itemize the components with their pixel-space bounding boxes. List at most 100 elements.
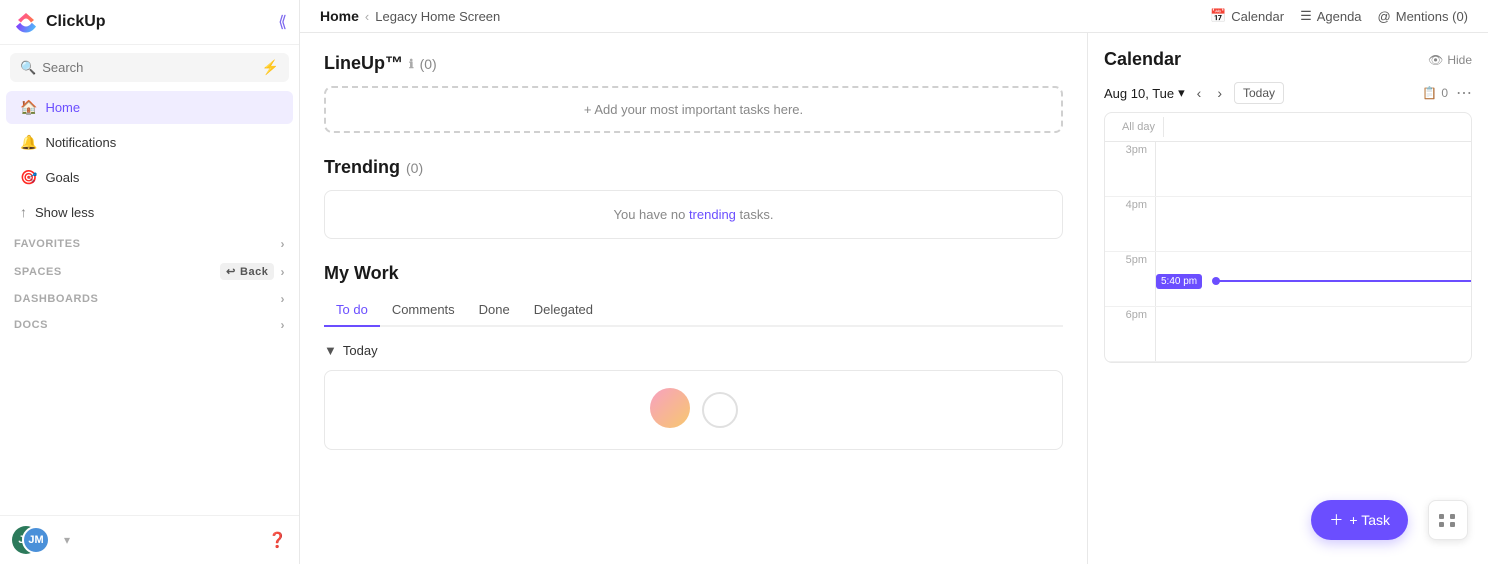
calendar-label: Calendar [1231, 9, 1284, 24]
trending-title: Trending [324, 157, 400, 178]
trending-badge: (0) [406, 160, 423, 176]
add-task-box[interactable]: + Add your most important tasks here. [324, 86, 1063, 133]
at-icon: @ [1378, 9, 1391, 24]
agenda-view-button[interactable]: ☰ Agenda [1300, 8, 1361, 24]
breadcrumb: Home ‹ Legacy Home Screen [320, 8, 500, 24]
time-slot-3pm: 3pm [1105, 142, 1471, 197]
app-name: ClickUp [46, 13, 106, 31]
agenda-label: Agenda [1317, 9, 1362, 24]
docs-label: DOCS [14, 319, 48, 331]
tab-todo[interactable]: To do [324, 296, 380, 325]
current-time-label-wrapper: 5:40 pm [1156, 274, 1216, 289]
logo-area: ClickUp [12, 8, 106, 36]
calendar-today-button[interactable]: Today [1234, 82, 1284, 104]
calendar-count-value: 0 [1441, 86, 1448, 100]
slot-area-3pm [1155, 142, 1471, 196]
lightning-icon: ⚡ [262, 59, 279, 76]
docs-chevron: › [280, 318, 285, 332]
avatar-secondary: JM [22, 526, 50, 554]
sidebar-item-goals[interactable]: 🎯 Goals [6, 161, 293, 194]
section-favorites[interactable]: FAVORITES › [0, 229, 299, 255]
back-arrow-icon: ↩ [226, 265, 236, 278]
sidebar-item-home[interactable]: 🏠 Home [6, 91, 293, 124]
apps-button[interactable] [1428, 500, 1468, 540]
sidebar-goals-label: Goals [45, 170, 79, 185]
slot-area-4pm [1155, 197, 1471, 251]
calendar-time-slots: 3pm 4pm 5pm [1105, 142, 1471, 362]
time-label-5pm: 5pm [1105, 252, 1155, 306]
time-label-6pm: 6pm [1105, 307, 1155, 361]
slot-area-5pm: 5:40 pm [1155, 252, 1471, 306]
help-icon[interactable]: ❓ [268, 531, 287, 549]
section-spaces[interactable]: SPACES ↩ Back › [0, 255, 299, 284]
search-input[interactable] [42, 60, 255, 75]
sidebar-header: ClickUp ⟪ [0, 0, 299, 45]
arrow-up-icon: ↑ [20, 204, 27, 220]
current-time-line [1216, 280, 1471, 282]
all-day-area [1163, 117, 1463, 137]
target-icon: 🎯 [20, 169, 37, 186]
main-body: LineUp™ ℹ (0) + Add your most important … [300, 33, 1488, 564]
avatar-dropdown[interactable]: ▾ [64, 533, 70, 547]
eye-icon: 👁 [1428, 53, 1443, 67]
tab-comments[interactable]: Comments [380, 296, 467, 325]
lineup-info-icon[interactable]: ℹ [409, 57, 414, 71]
sidebar-footer: JM JM ▾ ❓ [0, 515, 299, 564]
hide-label: Hide [1447, 53, 1472, 67]
calendar-more-button[interactable]: ⋯ [1456, 83, 1472, 103]
spaces-label: SPACES [14, 266, 62, 278]
section-docs[interactable]: DOCS › [0, 310, 299, 336]
lineup-badge: (0) [420, 56, 437, 72]
calendar-prev-button[interactable]: ‹ [1193, 83, 1206, 103]
section-dashboards[interactable]: DASHBOARDS › [0, 284, 299, 310]
today-section: ▼ Today [324, 343, 1063, 358]
breadcrumb-separator: ‹ [365, 9, 369, 24]
task-fab-label: + Task [1349, 512, 1390, 528]
sidebar-item-show-less[interactable]: ↑ Show less [6, 196, 293, 228]
collapse-sidebar-button[interactable]: ⟪ [278, 12, 287, 32]
sidebar-item-notifications[interactable]: 🔔 Notifications [6, 126, 293, 159]
calendar-view-button[interactable]: 📅 Calendar [1210, 8, 1284, 24]
search-bar[interactable]: 🔍 ⚡ [10, 53, 289, 82]
current-time-dot [1212, 277, 1220, 285]
lineup-section-title: LineUp™ ℹ (0) [324, 53, 1063, 74]
today-chevron[interactable]: ▼ [324, 343, 337, 358]
sidebar: ClickUp ⟪ 🔍 ⚡ 🏠 Home 🔔 Notifications 🎯 G… [0, 0, 300, 564]
time-label-3pm: 3pm [1105, 142, 1155, 196]
calendar-header: Calendar 👁 Hide [1104, 49, 1472, 70]
spaces-chevron: › [280, 265, 285, 279]
tab-delegated[interactable]: Delegated [522, 296, 605, 325]
my-work-title: My Work [324, 263, 1063, 284]
slot-area-6pm [1155, 307, 1471, 361]
all-day-row: All day [1105, 113, 1471, 142]
mentions-label: Mentions (0) [1396, 9, 1468, 24]
task-gradient-icon [650, 388, 690, 428]
time-slot-4pm: 4pm [1105, 197, 1471, 252]
sidebar-show-less-label: Show less [35, 205, 94, 220]
mentions-button[interactable]: @ Mentions (0) [1378, 9, 1468, 24]
favorites-label: FAVORITES [14, 238, 80, 250]
add-task-fab[interactable]: ＋ + Task [1311, 500, 1408, 540]
spaces-back-tag[interactable]: ↩ Back [220, 263, 274, 280]
tab-done[interactable]: Done [467, 296, 522, 325]
current-time-indicator: 5:40 pm [1156, 274, 1471, 289]
calendar-next-button[interactable]: › [1213, 83, 1226, 103]
all-day-label: All day [1113, 121, 1163, 133]
calendar-icon-small: 📋 [1422, 86, 1437, 100]
time-label-4pm: 4pm [1105, 197, 1155, 251]
calendar-date-label[interactable]: Aug 10, Tue ▾ [1104, 85, 1185, 101]
current-time-label: 5:40 pm [1156, 274, 1202, 289]
trending-link[interactable]: trending [689, 207, 736, 222]
lineup-title: LineUp™ [324, 53, 403, 74]
favorites-chevron: › [280, 237, 285, 251]
calendar-panel: Calendar 👁 Hide Aug 10, Tue ▾ ‹ › Today … [1088, 33, 1488, 564]
breadcrumb-legacy[interactable]: Legacy Home Screen [375, 9, 500, 24]
task-icons [650, 388, 738, 428]
calendar-hide-button[interactable]: 👁 Hide [1428, 53, 1472, 67]
trending-empty-box: You have no trending tasks. [324, 190, 1063, 239]
task-outline-icon [702, 392, 738, 428]
calendar-count: 📋 0 [1422, 86, 1448, 100]
time-slot-5pm: 5pm 5:40 pm [1105, 252, 1471, 307]
avatar-area[interactable]: JM JM ▾ [12, 526, 70, 554]
back-label: Back [240, 266, 269, 278]
